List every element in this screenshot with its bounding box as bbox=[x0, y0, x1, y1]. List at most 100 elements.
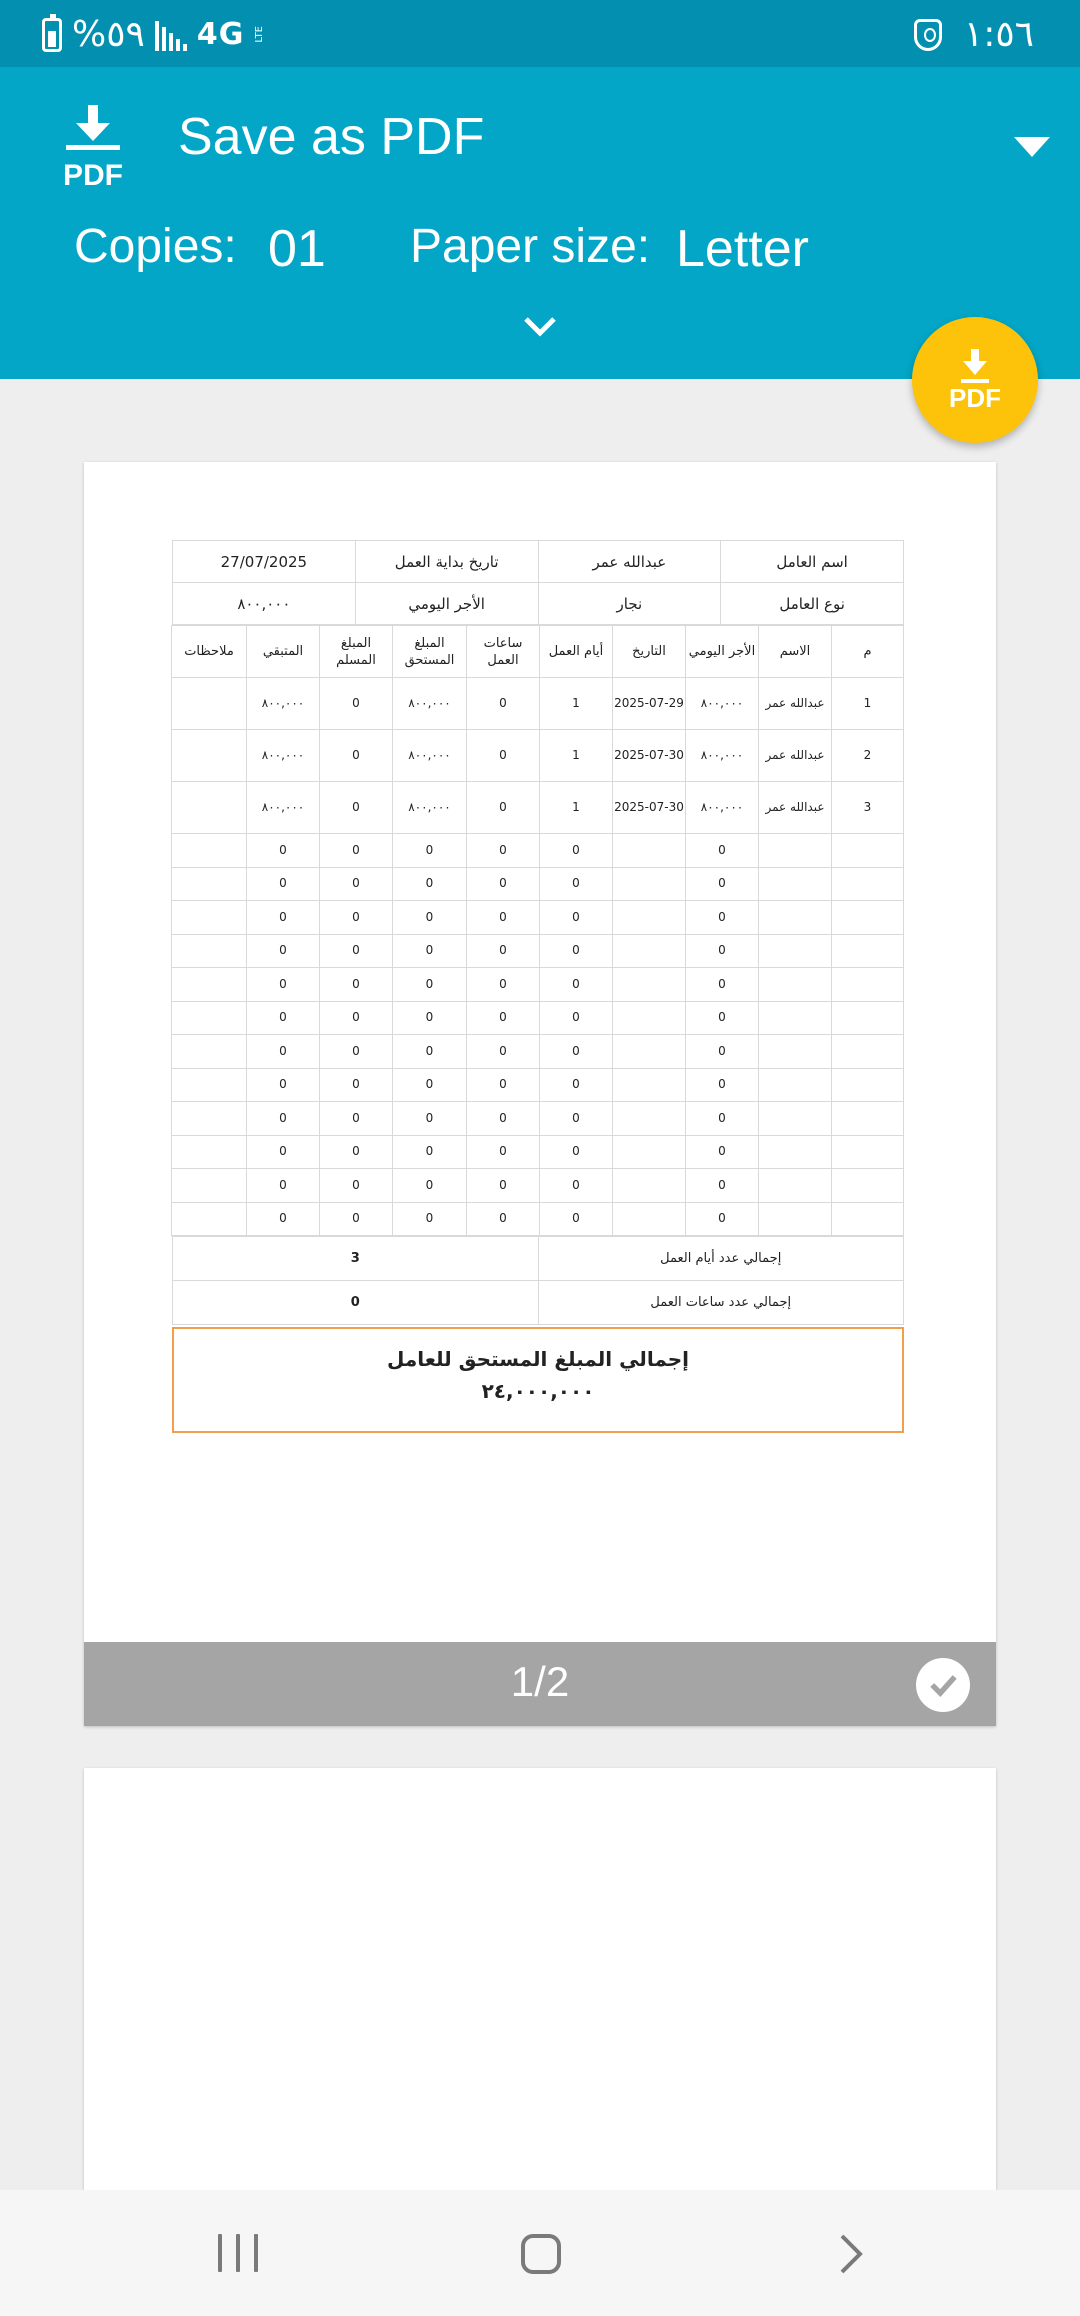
table-cell: 0 bbox=[319, 900, 393, 935]
table-cell: 0 bbox=[466, 1067, 540, 1102]
paper-size-value[interactable]: Letter bbox=[676, 219, 809, 279]
page-select-checkbox[interactable] bbox=[916, 1658, 970, 1712]
table-cell: 0 bbox=[539, 967, 613, 1002]
network-subtype: LTE bbox=[254, 26, 266, 43]
table-row: 000000 bbox=[171, 933, 904, 968]
table-cell: 0 bbox=[466, 1134, 540, 1169]
table-cell bbox=[758, 1067, 832, 1102]
table-cell bbox=[171, 1168, 247, 1203]
table-cell: 2025-07-30 bbox=[612, 729, 686, 782]
table-cell: 0 bbox=[685, 833, 759, 868]
table-cell: ٨٠٠,٠٠٠ bbox=[246, 781, 320, 834]
table-cell: 0 bbox=[466, 677, 540, 730]
table-cell: 0 bbox=[466, 967, 540, 1002]
table-cell bbox=[612, 1134, 686, 1169]
table-cell bbox=[758, 1101, 832, 1136]
table-cell bbox=[171, 1034, 247, 1069]
table-cell: 0 bbox=[392, 900, 467, 935]
table-cell: 0 bbox=[539, 1168, 613, 1203]
table-cell bbox=[831, 1101, 904, 1136]
printer-selector[interactable]: Save as PDF bbox=[178, 107, 484, 167]
recent-apps-button[interactable] bbox=[218, 2234, 258, 2272]
column-header: م bbox=[831, 625, 904, 678]
table-cell: 0 bbox=[685, 1034, 759, 1069]
table-cell bbox=[612, 1168, 686, 1203]
table-cell: ٨٠٠,٠٠٠ bbox=[392, 729, 467, 782]
table-cell bbox=[612, 900, 686, 935]
table-cell bbox=[758, 1201, 832, 1236]
table-cell: 0 bbox=[466, 1034, 540, 1069]
table-cell: 0 bbox=[392, 866, 467, 901]
column-header: أيام العمل bbox=[539, 625, 613, 678]
table-cell bbox=[612, 866, 686, 901]
table-cell: 0 bbox=[539, 1034, 613, 1069]
column-header: الأجر اليومي bbox=[685, 625, 759, 678]
column-header: المتبقي bbox=[246, 625, 320, 678]
table-cell: 0 bbox=[392, 1000, 467, 1035]
grand-total-box: إجمالي المبلغ المستحق للعامل ٢٤,٠٠٠,٠٠٠ bbox=[172, 1327, 904, 1433]
print-header: PDF Save as PDF Copies: 01 Paper size: L… bbox=[0, 67, 1080, 379]
table-cell: 0 bbox=[392, 1067, 467, 1102]
table-cell: 0 bbox=[685, 933, 759, 968]
table-cell bbox=[171, 677, 247, 730]
table-row: 000000 bbox=[171, 1067, 904, 1102]
table-cell: 0 bbox=[539, 866, 613, 901]
page-preview-2[interactable] bbox=[84, 1768, 996, 2248]
table-row: 000000 bbox=[171, 833, 904, 868]
column-header: ساعات العمل bbox=[466, 625, 540, 678]
table-cell: 0 bbox=[246, 1067, 320, 1102]
table-cell: 1 bbox=[539, 677, 613, 730]
worker-name: عبدالله عمر bbox=[537, 540, 722, 583]
chevron-down-icon[interactable] bbox=[522, 315, 558, 339]
totals-table: إجمالي عدد أيام العمل 3 إجمالي عدد ساعات… bbox=[172, 1236, 904, 1325]
table-cell bbox=[612, 933, 686, 968]
column-header: الاسم bbox=[758, 625, 832, 678]
copies-label: Copies: bbox=[74, 220, 237, 273]
copies-value[interactable]: 01 bbox=[268, 219, 326, 279]
table-cell: عبدالله عمر bbox=[758, 677, 832, 730]
table-cell: 0 bbox=[392, 933, 467, 968]
dropdown-arrow-icon[interactable] bbox=[1014, 137, 1050, 157]
table-cell bbox=[171, 1101, 247, 1136]
table-row: 000000 bbox=[171, 1201, 904, 1236]
daily-wage: ٨٠٠,٠٠٠ bbox=[172, 582, 356, 625]
table-cell: 0 bbox=[246, 1034, 320, 1069]
table-cell: 0 bbox=[319, 1000, 393, 1035]
table-cell: ٨٠٠,٠٠٠ bbox=[685, 729, 759, 782]
table-cell bbox=[758, 1134, 832, 1169]
table-cell bbox=[612, 1201, 686, 1236]
table-cell: 0 bbox=[392, 1168, 467, 1203]
table-cell bbox=[831, 866, 904, 901]
table-cell: 0 bbox=[319, 1134, 393, 1169]
total-days-label: إجمالي عدد أيام العمل bbox=[537, 1236, 904, 1281]
back-button[interactable] bbox=[828, 2232, 872, 2276]
table-cell: 0 bbox=[685, 900, 759, 935]
home-button[interactable] bbox=[521, 2234, 561, 2274]
column-header: ملاحظات bbox=[171, 625, 247, 678]
table-cell bbox=[831, 1201, 904, 1236]
table-cell bbox=[171, 900, 247, 935]
download-pdf-button[interactable]: PDF bbox=[912, 317, 1038, 443]
table-cell bbox=[171, 729, 247, 782]
start-date: 27/07/2025 bbox=[172, 540, 356, 583]
table-row: 000000 bbox=[171, 1168, 904, 1203]
table-cell: 0 bbox=[466, 866, 540, 901]
worker-type-label: نوع العامل bbox=[720, 582, 904, 625]
table-cell: 0 bbox=[319, 1201, 393, 1236]
table-cell: 0 bbox=[466, 900, 540, 935]
pdf-icon: PDF bbox=[58, 105, 128, 192]
table-cell: 0 bbox=[319, 677, 393, 730]
table-cell: عبدالله عمر bbox=[758, 729, 832, 782]
page-preview-1[interactable]: اسم العامل عبدالله عمر تاريخ بداية العمل… bbox=[84, 462, 996, 1726]
download-icon bbox=[961, 348, 989, 383]
table-cell: 0 bbox=[319, 1168, 393, 1203]
table-cell: 0 bbox=[319, 729, 393, 782]
table-row: 000000 bbox=[171, 967, 904, 1002]
check-icon bbox=[930, 1675, 957, 1698]
table-cell: 0 bbox=[539, 933, 613, 968]
total-hours-label: إجمالي عدد ساعات العمل bbox=[537, 1280, 904, 1325]
table-cell: ٨٠٠,٠٠٠ bbox=[685, 781, 759, 834]
table-cell bbox=[758, 900, 832, 935]
battery-icon bbox=[42, 13, 62, 52]
signal-icon bbox=[154, 19, 187, 51]
